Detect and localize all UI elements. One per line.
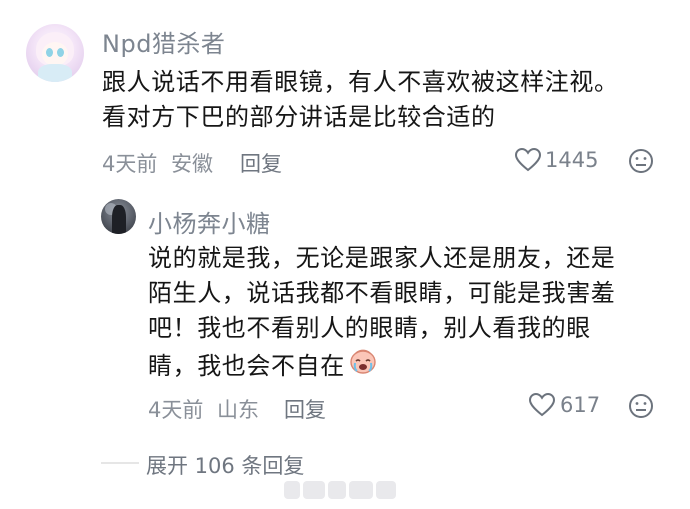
reply-like-count: 617 xyxy=(560,393,601,417)
dislike-face-icon[interactable] xyxy=(628,393,654,419)
crying-emoji-icon xyxy=(348,346,378,386)
reply-avatar[interactable] xyxy=(101,199,136,234)
heart-icon[interactable] xyxy=(514,147,542,173)
comment-time: 4天前 xyxy=(102,152,158,176)
reply-location: 山东 xyxy=(217,398,259,422)
comment-content-line: 跟人说话不用看眼镜，有人不喜欢被这样注视。 xyxy=(102,68,619,96)
reply-content-line: 睛，我也会不自在 xyxy=(148,351,345,380)
reply-time: 4天前 xyxy=(148,398,204,422)
reply-content-line: 吧！我也不看别人的眼睛，别人看我的眼 xyxy=(148,314,591,342)
like-count: 1445 xyxy=(545,148,599,172)
reply-content-line: 陌生人，说话我都不看眼睛，可能是我害羞 xyxy=(148,279,616,307)
comment-content-line: 看对方下巴的部分讲话是比较合适的 xyxy=(102,103,496,131)
comment-content: 跟人说话不用看眼镜，有人不喜欢被这样注视。 看对方下巴的部分讲话是比较合适的 xyxy=(102,65,619,135)
comment-location: 安徽 xyxy=(171,152,213,176)
expand-replies-button[interactable]: 展开 106 条回复 xyxy=(146,450,304,480)
reply-content-line: 说的就是我，无论是跟家人还是朋友，还是 xyxy=(148,244,616,272)
reply-button[interactable]: 回复 xyxy=(240,148,282,178)
heart-icon[interactable] xyxy=(528,392,556,418)
dislike-face-icon[interactable] xyxy=(628,148,654,174)
reply-username[interactable]: 小杨奔小糖 xyxy=(148,204,271,239)
divider xyxy=(101,462,139,464)
watermark xyxy=(284,481,402,499)
avatar[interactable] xyxy=(26,24,84,82)
comment-username[interactable]: Npd猎杀者 xyxy=(102,24,225,59)
reply-reply-button[interactable]: 回复 xyxy=(284,394,326,424)
reply-content: 说的就是我，无论是跟家人还是朋友，还是 陌生人，说话我都不看眼睛，可能是我害羞 … xyxy=(148,241,615,386)
